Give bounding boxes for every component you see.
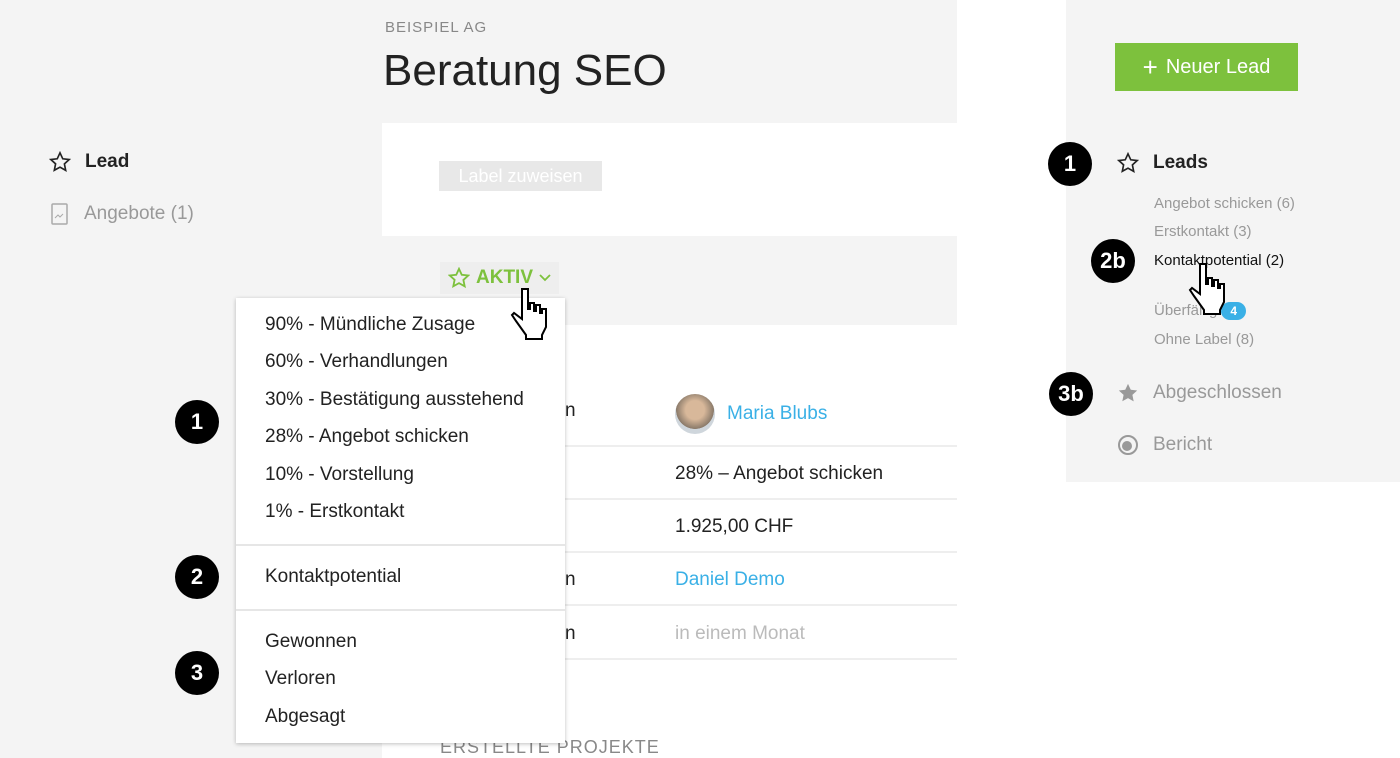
chevron-down-icon xyxy=(539,274,551,282)
hand-cursor-icon xyxy=(510,288,547,340)
page-title: Beratung SEO xyxy=(383,46,667,95)
menu-item[interactable]: 10% - Vorstellung xyxy=(265,464,414,486)
detail-row: 28% – Angebot schicken xyxy=(565,447,957,500)
detail-row: n Maria Blubs xyxy=(565,394,957,447)
nav-sub-item[interactable]: Angebot schicken (6) xyxy=(1154,195,1295,212)
chart-circle-icon xyxy=(1118,435,1138,455)
hand-cursor-icon xyxy=(1188,263,1225,315)
menu-item[interactable]: 30% - Bestätigung ausstehend xyxy=(265,389,524,411)
annotation-marker: 3 xyxy=(175,651,219,695)
annotation-marker: 3b xyxy=(1049,372,1093,416)
star-outline-icon xyxy=(448,267,470,289)
plus-icon: + xyxy=(1142,52,1158,82)
avatar xyxy=(675,394,715,434)
star-outline-icon xyxy=(1117,152,1139,173)
nav-item-lead[interactable]: Lead xyxy=(49,151,129,173)
company-name: BEISPIEL AG xyxy=(385,19,488,36)
star-filled-icon xyxy=(1118,383,1138,402)
new-lead-button[interactable]: + Neuer Lead xyxy=(1115,43,1298,91)
contact-link[interactable]: Maria Blubs xyxy=(727,403,827,425)
menu-item[interactable]: 1% - Erstkontakt xyxy=(265,501,404,523)
menu-item[interactable]: Kontaktpotential xyxy=(265,566,401,588)
document-icon xyxy=(51,203,68,225)
divider xyxy=(236,609,565,611)
menu-item[interactable]: 60% - Verhandlungen xyxy=(265,351,448,373)
menu-item[interactable]: 90% - Mündliche Zusage xyxy=(265,314,475,336)
annotation-marker: 2 xyxy=(175,555,219,599)
detail-row: n in einem Monat xyxy=(565,607,957,660)
annotation-marker: 1 xyxy=(1048,142,1092,186)
status-dropdown-menu: 90% - Mündliche Zusage 60% - Verhandlung… xyxy=(236,298,565,743)
status-label: AKTIV xyxy=(476,267,533,288)
menu-item[interactable]: Verloren xyxy=(265,668,336,690)
annotation-marker: 2b xyxy=(1091,239,1135,283)
nav-sub-item[interactable]: Ohne Label (8) xyxy=(1154,331,1254,348)
star-outline-icon xyxy=(49,151,71,172)
assign-label-button[interactable]: Label zuweisen xyxy=(439,161,602,191)
detail-row: 1.925,00 CHF xyxy=(565,500,957,553)
menu-item[interactable]: Abgesagt xyxy=(265,706,345,728)
nav-label: Angebote (1) xyxy=(84,203,194,224)
nav-item-angebote[interactable]: Angebote (1) xyxy=(50,203,194,225)
annotation-marker: 1 xyxy=(175,400,219,444)
nav-sub-item[interactable]: Erstkontakt (3) xyxy=(1154,223,1252,240)
owner-link[interactable]: Daniel Demo xyxy=(675,569,785,591)
divider xyxy=(236,544,565,546)
menu-item[interactable]: 28% - Angebot schicken xyxy=(265,426,469,448)
nav-label: Lead xyxy=(85,151,130,172)
nav-item-report[interactable]: Bericht xyxy=(1117,434,1212,456)
nav-item-leads[interactable]: Leads xyxy=(1117,152,1208,174)
menu-item[interactable]: Gewonnen xyxy=(265,631,357,653)
nav-item-closed[interactable]: Abgeschlossen xyxy=(1117,382,1282,404)
detail-row: n Daniel Demo xyxy=(565,553,957,606)
